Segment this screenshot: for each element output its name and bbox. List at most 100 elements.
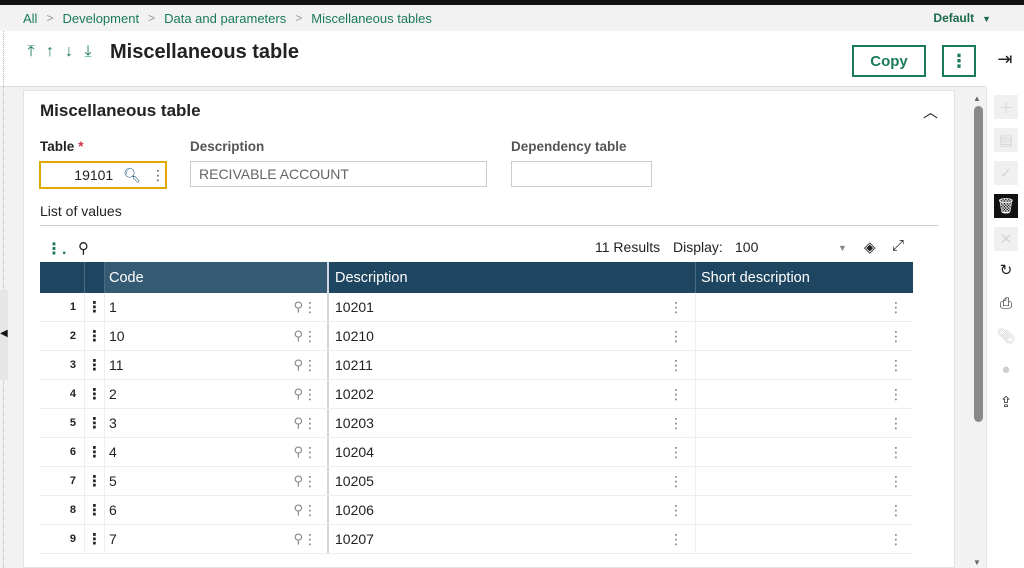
row-menu-icon[interactable]: ⋮ [85,351,105,379]
vertical-dots-icon[interactable]: ⋮ [303,444,317,461]
code-cell[interactable]: 5 ⚲ ⋮ [105,467,329,495]
search-icon[interactable]: ⚲ [293,357,303,373]
grid-menu-icon[interactable]: ⋮. [46,239,66,259]
table-row[interactable]: 2 ⋮ 10 ⚲ ⋮ 10210 ⋮ ⋮ [40,322,913,351]
add-icon[interactable]: ＋ [994,95,1018,119]
column-header-short-description[interactable]: Short description [696,262,913,293]
vertical-dots-icon[interactable]: ⋮ [669,531,683,548]
profile-selector[interactable]: Default ▼ [933,11,991,25]
description-cell[interactable]: 10210 ⋮ [329,322,696,350]
scroll-down-icon[interactable]: ▼ [973,558,981,567]
vertical-dots-icon[interactable]: ⋮ [303,299,317,316]
next-record-icon[interactable]: ↓ [62,43,76,61]
breadcrumb-misc-tables[interactable]: Miscellaneous tables [311,11,432,26]
vertical-dots-icon[interactable]: ⋮ [303,473,317,490]
description-cell[interactable]: 10202 ⋮ [329,380,696,408]
code-cell[interactable]: 3 ⚲ ⋮ [105,409,329,437]
column-header-code[interactable]: Code [105,262,329,293]
vertical-dots-icon[interactable]: ⋮ [303,386,317,403]
row-menu-icon[interactable]: ⋮ [85,438,105,466]
left-panel-toggle[interactable]: ◀ [0,290,8,380]
vertical-dots-icon[interactable]: ⋮ [151,167,165,184]
attachment-icon[interactable]: 📎︎ [994,324,1018,348]
table-row[interactable]: 4 ⋮ 2 ⚲ ⋮ 10202 ⋮ ⋮ [40,380,913,409]
vertical-dots-icon[interactable]: ⋮ [303,357,317,374]
vertical-dots-icon[interactable]: ⋮ [669,328,683,345]
scroll-up-icon[interactable]: ▲ [973,94,981,103]
validate-icon[interactable]: ✓ [994,161,1018,185]
vertical-dots-icon[interactable]: ⋮ [889,299,903,316]
search-icon[interactable]: ⚲ [293,386,303,402]
row-menu-icon[interactable]: ⋮ [85,380,105,408]
code-cell[interactable]: 2 ⚲ ⋮ [105,380,329,408]
search-icon[interactable]: ⚲ [293,444,303,460]
delete-icon[interactable]: 🗑︎ [994,194,1018,218]
vertical-dots-icon[interactable]: ⋮ [889,502,903,519]
short-description-cell[interactable]: ⋮ [696,438,913,466]
short-description-cell[interactable]: ⋮ [696,293,913,321]
short-description-cell[interactable]: ⋮ [696,525,913,553]
refresh-icon[interactable]: ↻ [994,258,1018,282]
exit-button[interactable]: ⇥ [986,31,1024,87]
search-icon[interactable]: ⚲ [293,328,303,344]
print-icon[interactable]: ⎙ [994,291,1018,315]
comment-icon[interactable]: ● [994,357,1018,381]
grid-search-icon[interactable]: ⚲ [78,239,89,257]
breadcrumb-development[interactable]: Development [62,11,139,26]
scrollbar-thumb[interactable] [974,106,983,422]
first-record-icon[interactable]: ⤒ [24,43,38,61]
last-record-icon[interactable]: ⤓ [81,43,95,61]
display-select[interactable]: 100 [735,239,758,255]
table-row[interactable]: 8 ⋮ 6 ⚲ ⋮ 10206 ⋮ ⋮ [40,496,913,525]
column-header-description[interactable]: Description [329,262,696,293]
table-field[interactable]: 19101 🔍︎ ⋮ [39,161,167,189]
vertical-dots-icon[interactable]: ⋮ [303,415,317,432]
chevron-up-icon[interactable]: ︿ [923,101,938,122]
search-icon[interactable]: ⚲ [293,473,303,489]
vertical-dots-icon[interactable]: ⋮ [889,473,903,490]
layers-icon[interactable]: ◈ [864,238,876,256]
vertical-dots-icon[interactable]: ⋮ [889,415,903,432]
description-cell[interactable]: 10204 ⋮ [329,438,696,466]
vertical-dots-icon[interactable]: ⋮ [889,386,903,403]
table-row[interactable]: 1 ⋮ 1 ⚲ ⋮ 10201 ⋮ ⋮ [40,293,913,322]
vertical-dots-icon[interactable]: ⋮ [669,444,683,461]
search-icon[interactable]: ⚲ [293,299,303,315]
row-menu-icon[interactable]: ⋮ [85,409,105,437]
code-cell[interactable]: 11 ⚲ ⋮ [105,351,329,379]
breadcrumb-all[interactable]: All [23,11,37,26]
search-icon[interactable]: ⚲ [293,415,303,431]
search-icon[interactable]: 🔍︎ [123,167,141,184]
search-icon[interactable]: ⚲ [293,531,303,547]
table-row[interactable]: 7 ⋮ 5 ⚲ ⋮ 10205 ⋮ ⋮ [40,467,913,496]
vertical-dots-icon[interactable]: ⋮ [303,328,317,345]
row-menu-icon[interactable]: ⋮ [85,467,105,495]
code-cell[interactable]: 1 ⚲ ⋮ [105,293,329,321]
export-icon[interactable]: ⇪ [994,390,1018,414]
code-cell[interactable]: 4 ⚲ ⋮ [105,438,329,466]
short-description-cell[interactable]: ⋮ [696,380,913,408]
vertical-dots-icon[interactable]: ⋮ [669,502,683,519]
more-actions-button[interactable]: ⋮ [942,45,976,77]
caret-down-icon[interactable]: ▼ [838,243,847,253]
vertical-dots-icon[interactable]: ⋮ [889,531,903,548]
copy-button[interactable]: Copy [852,45,926,77]
breadcrumb-data-parameters[interactable]: Data and parameters [164,11,286,26]
row-menu-icon[interactable]: ⋮ [85,322,105,350]
code-cell[interactable]: 7 ⚲ ⋮ [105,525,329,553]
short-description-cell[interactable]: ⋮ [696,409,913,437]
save-icon[interactable]: ▤ [994,128,1018,152]
vertical-dots-icon[interactable]: ⋮ [303,531,317,548]
table-row[interactable]: 3 ⋮ 11 ⚲ ⋮ 10211 ⋮ ⋮ [40,351,913,380]
row-menu-icon[interactable]: ⋮ [85,496,105,524]
dependency-table-field[interactable] [511,161,652,187]
table-row[interactable]: 5 ⋮ 3 ⚲ ⋮ 10203 ⋮ ⋮ [40,409,913,438]
description-cell[interactable]: 10207 ⋮ [329,525,696,553]
vertical-dots-icon[interactable]: ⋮ [889,328,903,345]
row-menu-icon[interactable]: ⋮ [85,525,105,553]
vertical-dots-icon[interactable]: ⋮ [669,415,683,432]
code-cell[interactable]: 6 ⚲ ⋮ [105,496,329,524]
description-cell[interactable]: 10211 ⋮ [329,351,696,379]
table-row[interactable]: 6 ⋮ 4 ⚲ ⋮ 10204 ⋮ ⋮ [40,438,913,467]
vertical-dots-icon[interactable]: ⋮ [669,299,683,316]
